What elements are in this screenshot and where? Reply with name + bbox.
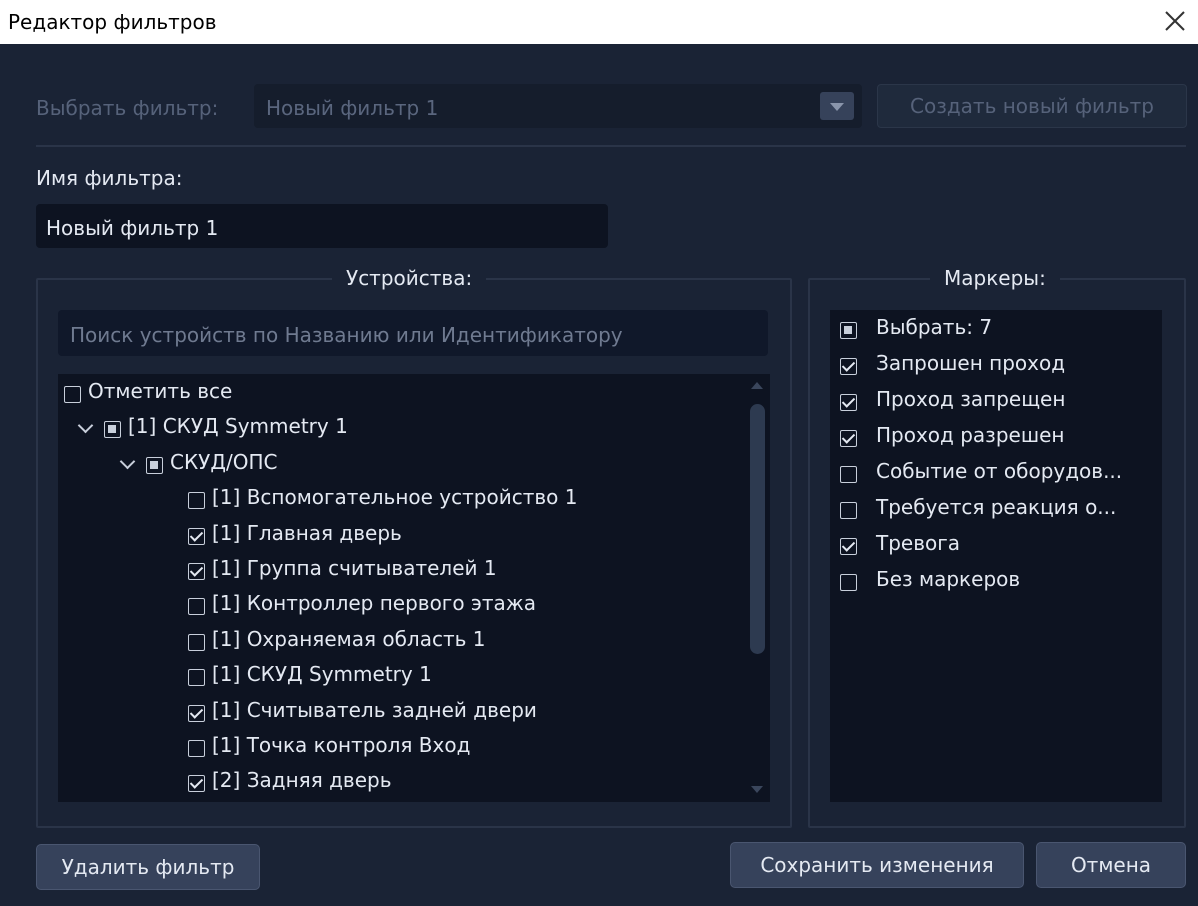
marker-checkbox[interactable] — [840, 430, 857, 447]
save-changes-button[interactable]: Сохранить изменения — [730, 842, 1024, 888]
marker-checkbox[interactable] — [840, 574, 857, 591]
device-search-placeholder: Поиск устройств по Названию или Идентифи… — [70, 323, 623, 347]
marker-item[interactable]: Проход разрешен — [830, 423, 1160, 457]
marker-label: Событие от оборудов... — [876, 459, 1123, 483]
tree-item-label: [1] Вспомогательное устройство 1 — [212, 485, 578, 510]
tree-item-checkbox[interactable] — [188, 527, 205, 545]
marker-item[interactable]: Без маркеров — [830, 567, 1160, 601]
marker-checkbox[interactable] — [840, 322, 857, 339]
marker-checkbox[interactable] — [840, 394, 857, 411]
tree-item[interactable]: Отметить все — [58, 379, 748, 413]
marker-item[interactable]: Тревога — [830, 531, 1160, 565]
cancel-button[interactable]: Отмена — [1036, 842, 1186, 888]
markers-title: Маркеры: — [930, 266, 1060, 290]
filter-name-value: Новый фильтр 1 — [46, 216, 219, 240]
marker-item[interactable]: Событие от оборудов... — [830, 459, 1160, 493]
separator — [36, 145, 1186, 147]
marker-label: Запрошен проход — [876, 351, 1066, 375]
filter-name-input[interactable]: Новый фильтр 1 — [36, 204, 608, 248]
select-filter-value: Новый фильтр 1 — [266, 96, 439, 120]
tree-item-checkbox[interactable] — [188, 598, 205, 616]
select-filter-dropdown[interactable]: Новый фильтр 1 — [254, 84, 862, 128]
tree-item-checkbox[interactable] — [188, 492, 205, 510]
marker-label: Проход разрешен — [876, 423, 1065, 447]
marker-checkbox[interactable] — [840, 358, 857, 375]
tree-item-label: СКУД/ОПС — [170, 449, 278, 474]
marker-checkbox[interactable] — [840, 502, 857, 519]
tree-item[interactable]: [1] Вспомогательное устройство 1 — [58, 485, 748, 519]
tree-item-checkbox[interactable] — [64, 386, 81, 403]
tree-item-checkbox[interactable] — [188, 740, 205, 757]
marker-label: Проход запрещен — [876, 387, 1066, 411]
marker-label: Без маркеров — [876, 567, 1021, 591]
tree-item[interactable]: [1] Точка контроля Вход — [58, 733, 748, 767]
markers-list: Выбрать: 7 Запрошен проход Проход запрещен… — [830, 310, 1162, 802]
tree-item-checkbox[interactable] — [188, 704, 205, 722]
tree-item[interactable]: [1] СКУД Symmetry 1 — [58, 662, 748, 696]
devices-title: Устройства: — [332, 266, 487, 290]
marker-item[interactable]: Требуется реакция о... — [830, 495, 1160, 529]
scrollbar-thumb[interactable] — [750, 404, 765, 654]
tree-item-label: [1] Считыватель задней двери — [212, 697, 537, 722]
close-icon[interactable] — [1160, 6, 1190, 36]
delete-filter-button[interactable]: Удалить фильтр — [36, 844, 260, 890]
chevron-down-icon[interactable] — [820, 92, 854, 120]
marker-label: Тревога — [876, 531, 961, 555]
marker-checkbox[interactable] — [840, 538, 857, 555]
marker-label: Требуется реакция о... — [876, 495, 1117, 519]
tree-item-label: [1] Главная дверь — [212, 520, 402, 545]
tree-item[interactable]: [1] Считыватель задней двери — [58, 698, 748, 732]
window-title: Редактор фильтров — [8, 10, 217, 34]
tree-item[interactable]: [2] Задняя дверь — [58, 768, 748, 802]
tree-item-checkbox[interactable] — [104, 421, 121, 439]
scroll-up-icon[interactable] — [751, 382, 763, 389]
device-tree: Отметить все [1] СКУД Symmetry 1 СКУД/ОПС [… — [58, 374, 770, 802]
tree-item[interactable]: [1] Группа считывателей 1 — [58, 556, 748, 590]
create-filter-button[interactable]: Создать новый фильтр — [877, 84, 1187, 128]
title-bar: Редактор фильтров — [0, 0, 1198, 44]
tree-item-checkbox[interactable] — [188, 669, 205, 687]
tree-item-label: [1] СКУД Symmetry 1 — [212, 662, 432, 687]
marker-item[interactable]: Выбрать: 7 — [830, 315, 1160, 349]
marker-label: Выбрать: 7 — [876, 315, 993, 339]
tree-item[interactable]: [1] Главная дверь — [58, 521, 748, 555]
tree-item-label: Отметить все — [88, 379, 233, 403]
tree-item[interactable]: СКУД/ОПС — [58, 450, 748, 484]
device-search-input[interactable]: Поиск устройств по Названию или Идентифи… — [58, 310, 768, 356]
tree-item[interactable]: [1] Контроллер первого этажа — [58, 591, 748, 625]
tree-item-label: [2] Задняя дверь — [212, 768, 392, 793]
tree-item-checkbox[interactable] — [188, 633, 205, 651]
tree-item-label: [1] Охраняемая область 1 — [212, 626, 486, 651]
marker-checkbox[interactable] — [840, 466, 857, 483]
tree-item[interactable]: [1] Охраняемая область 1 — [58, 627, 748, 661]
marker-item[interactable]: Запрошен проход — [830, 351, 1160, 385]
tree-item-checkbox[interactable] — [146, 456, 163, 474]
tree-item-label: [1] Точка контроля Вход — [212, 733, 471, 757]
select-filter-label: Выбрать фильтр: — [36, 96, 219, 120]
tree-item-label: [1] Контроллер первого этажа — [212, 591, 537, 616]
tree-item-checkbox[interactable] — [188, 563, 205, 580]
tree-item-checkbox[interactable] — [188, 775, 205, 793]
scroll-down-icon[interactable] — [751, 786, 763, 793]
filter-name-label: Имя фильтра: — [36, 166, 183, 190]
marker-item[interactable]: Проход запрещен — [830, 387, 1160, 421]
tree-item[interactable]: [1] СКУД Symmetry 1 — [58, 414, 748, 448]
tree-item-label: [1] СКУД Symmetry 1 — [128, 414, 348, 439]
chevron-down-icon[interactable] — [119, 453, 136, 470]
chevron-down-icon[interactable] — [77, 418, 94, 434]
tree-item-label: [1] Группа считывателей 1 — [212, 556, 497, 580]
